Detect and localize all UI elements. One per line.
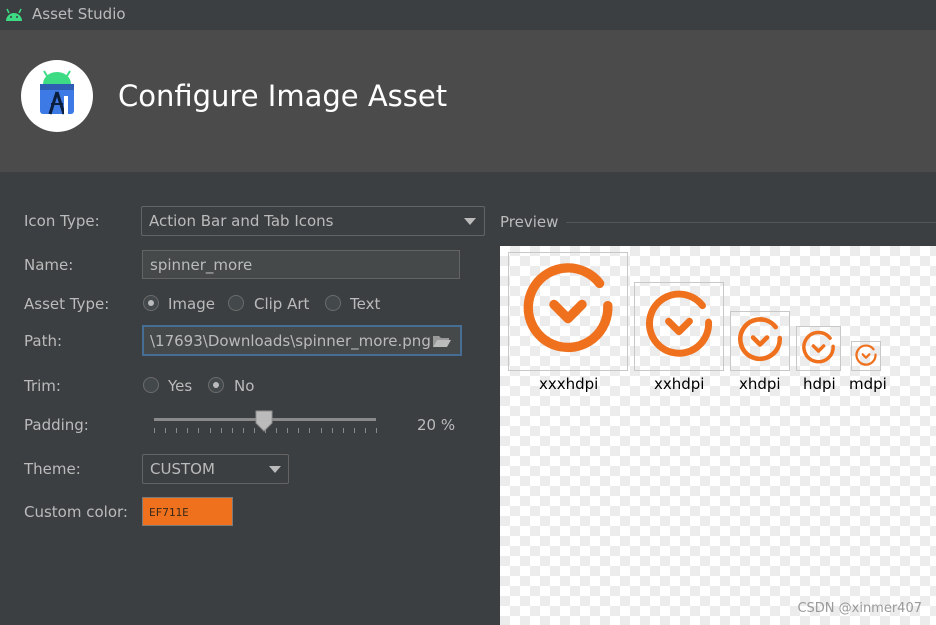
trim-no-radio[interactable] (208, 377, 224, 393)
theme-dropdown[interactable]: CUSTOM (142, 454, 289, 484)
path-value: \17693\Downloads\spinner_more.png (150, 332, 431, 350)
theme-label: Theme: (24, 460, 81, 478)
asset-type-label: Asset Type: (24, 295, 110, 313)
slider-tick (154, 428, 155, 433)
icon-type-dropdown[interactable]: Action Bar and Tab Icons (141, 206, 485, 236)
header: Configure Image Asset (0, 30, 936, 172)
slider-tick (276, 428, 277, 433)
preview-label: Preview (500, 213, 559, 231)
slider-tick (221, 428, 222, 433)
slider-tick (332, 428, 333, 433)
slider-tick (243, 428, 244, 433)
icon-type-value: Action Bar and Tab Icons (149, 212, 334, 230)
trim-label: Trim: (24, 377, 61, 395)
folder-open-icon[interactable] (432, 334, 452, 348)
custom-color-label: Custom color: (24, 503, 128, 521)
watermark: CSDN @xinmer407 (797, 601, 922, 616)
theme-value: CUSTOM (150, 460, 215, 478)
chevron-down-icon (464, 218, 476, 225)
asset-type-clipart-radio[interactable] (228, 295, 244, 311)
android-icon (6, 8, 22, 21)
chevron-circle-down-icon (855, 344, 877, 366)
slider-tick (176, 428, 177, 433)
preview-box-xxxhdpi (508, 252, 628, 371)
trim-yes-radio[interactable] (143, 377, 159, 393)
chevron-circle-down-icon (802, 330, 835, 364)
preview-box-mdpi (851, 341, 881, 371)
preview-box-hdpi (796, 326, 841, 371)
preview-divider (566, 222, 936, 223)
chevron-circle-down-icon (738, 317, 783, 362)
custom-color-swatch[interactable]: EF711E (142, 497, 233, 526)
preview-label-xxhdpi: xxhdpi (654, 375, 705, 393)
preview-box-xxhdpi (634, 282, 724, 371)
icon-type-label: Icon Type: (24, 212, 100, 230)
slider-tick (309, 428, 310, 433)
android-studio-logo (21, 60, 93, 132)
slider-tick (187, 428, 188, 433)
padding-label: Padding: (24, 416, 89, 434)
trim-no-label: No (234, 377, 255, 395)
chevron-down-icon (269, 466, 281, 473)
trim-yes-label: Yes (168, 377, 193, 395)
asset-type-text-radio[interactable] (325, 295, 341, 311)
path-field[interactable]: \17693\Downloads\spinner_more.png (142, 325, 462, 356)
slider-tick (365, 428, 366, 433)
slider-tick (232, 428, 233, 433)
asset-type-image-label: Image (168, 295, 215, 313)
asset-type-text-label: Text (350, 295, 381, 313)
slider-tick (343, 428, 344, 433)
padding-value: 20 % (417, 416, 456, 434)
slider-tick (321, 428, 322, 433)
slider-tick (198, 428, 199, 433)
path-label: Path: (24, 332, 63, 350)
preview-label-xhdpi: xhdpi (739, 375, 781, 393)
chevron-circle-down-icon (523, 263, 613, 353)
slider-tick (376, 428, 377, 433)
chevron-circle-down-icon (646, 290, 713, 357)
custom-color-value: EF711E (149, 506, 189, 519)
slider-tick (210, 428, 211, 433)
preview-label-mdpi: mdpi (849, 375, 887, 393)
slider-tick (298, 428, 299, 433)
slider-tick (287, 428, 288, 433)
page-title: Configure Image Asset (118, 79, 448, 113)
asset-type-clipart-label: Clip Art (254, 295, 310, 313)
preview-label-hdpi: hdpi (803, 375, 836, 393)
name-value: spinner_more (150, 256, 253, 274)
name-field[interactable]: spinner_more (142, 250, 460, 279)
padding-slider-thumb[interactable] (255, 410, 273, 432)
slider-tick (354, 428, 355, 433)
preview-label-xxxhdpi: xxxhdpi (539, 375, 599, 393)
preview-box-xhdpi (730, 311, 790, 371)
asset-type-image-radio[interactable] (143, 295, 159, 311)
window-title: Asset Studio (32, 5, 126, 23)
name-label: Name: (24, 256, 74, 274)
slider-tick (165, 428, 166, 433)
title-bar: Asset Studio (0, 0, 936, 30)
